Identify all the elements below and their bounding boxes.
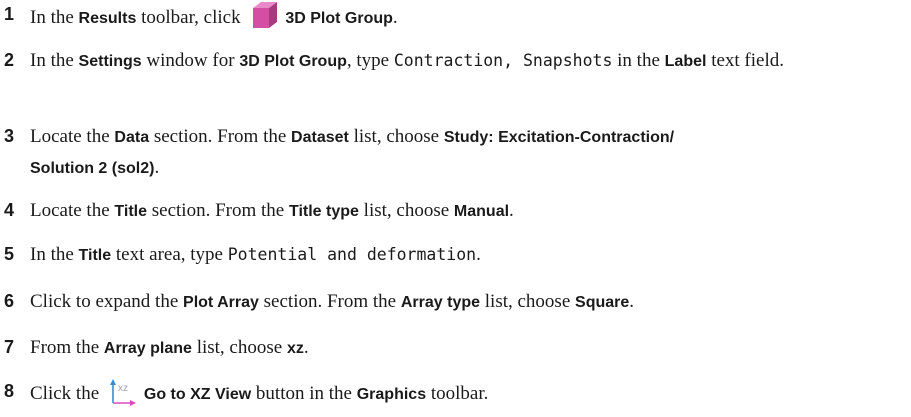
step-number: 7 [4,337,15,357]
step-text-run: , type [346,50,394,71]
svg-text:xz: xz [118,383,128,394]
step-number: 1 [4,4,15,24]
ui-term: Graphics [356,386,427,403]
ui-term: 3D Plot Group [239,53,347,70]
step-number: 8 [4,381,15,401]
typed-value: Contraction, Snapshots [393,51,613,70]
step-text: Click to expand the Plot Array section. … [30,287,902,318]
ui-term: Title type [288,203,359,220]
step-text-run: Locate the [30,200,115,221]
ui-term: 3D Plot Group [285,10,393,27]
step-text-run: section. From the [147,200,289,221]
ui-term: Settings [78,53,142,70]
ui-term: Go to XZ View [143,386,252,403]
step-text-run: In the [30,7,79,28]
step-text-run: text area, type [111,244,228,265]
step-text-run: . [303,337,309,358]
typed-value: Potential and deformation [227,245,477,264]
step-text-run: From the [30,337,104,358]
step-text-run: in the [612,50,665,71]
step-number: 5 [4,244,15,264]
step-text-run: In the [30,50,79,71]
step-text-run: section. From the [149,126,292,147]
ui-term: Solution 2 (sol2) [30,160,155,177]
step-text-run: Locate the [30,126,115,147]
step-number: 2 [4,50,15,70]
ui-term: Plot Array [183,294,259,311]
step-text: Locate the Title section. From the Title… [30,196,902,227]
ui-term: Title [114,203,148,220]
step-text-run: In the [30,244,79,265]
step-text: Click the xz Go to XZ View button in the … [30,377,902,410]
ui-term: Array plane [103,340,192,357]
ui-term: Square [575,294,630,311]
step-text-run: button in the [251,383,357,404]
step-number: 3 [4,126,15,146]
step-text-run: list, choose [480,291,576,312]
step-text-run: section. From the [258,291,401,312]
cube-icon [249,0,279,30]
ui-term: Study: Excitation-Contraction/ [443,129,675,146]
step-text-run: list, choose [191,337,287,358]
ui-term: Title [78,247,112,264]
step-text-run: list, choose [348,126,444,147]
ui-term: Results [78,10,137,27]
step-text-run: list, choose [358,200,454,221]
step-text-run: . [629,291,635,312]
step-text: In the Title text area, type Potential a… [30,240,902,271]
step-text-run: toolbar. [426,383,489,404]
step-text: In the Results toolbar, click 3D Plot Gr… [30,0,902,34]
ui-term: Label [664,53,707,70]
step-text-run: . [509,200,514,221]
step-text-run: Click the [30,383,104,404]
ui-term: Array type [400,294,481,311]
ui-term: Dataset [291,129,349,146]
step-text: Locate the Data section. From the Datase… [30,122,902,184]
step-text-run: . [476,244,481,265]
step-text: In the Settings window for 3D Plot Group… [30,46,902,77]
ui-term: Manual [453,203,510,220]
step-number: 6 [4,291,15,311]
step-text-run: Click to expand the [30,291,184,312]
step-text-run: . [392,7,398,28]
step-text-run: window for [141,50,240,71]
ui-term: xz [286,340,304,357]
step-text-run: . [154,157,160,178]
step-text-run: toolbar, click [136,7,246,28]
step-text: From the Array plane list, choose xz. [30,333,902,364]
step-text-run: text field. [706,50,784,71]
ui-term: Data [114,129,150,146]
step-number: 4 [4,200,15,220]
